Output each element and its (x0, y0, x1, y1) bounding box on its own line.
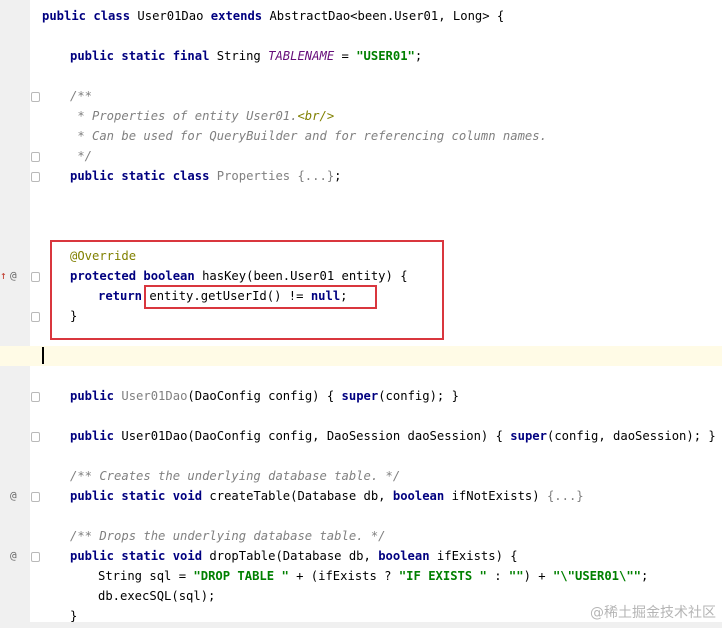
keyword: public static final (70, 49, 217, 63)
call-args: (config); (378, 389, 452, 403)
line-gutter (0, 0, 30, 628)
text-caret (42, 347, 44, 364)
comment-text: * Properties of entity User01. (70, 109, 298, 123)
html-tag: <br/> (297, 109, 335, 123)
keyword: super (510, 429, 547, 443)
string-literal: "DROP TABLE " (193, 569, 289, 583)
expression: ) + (523, 569, 553, 583)
string-literal: "IF EXISTS " (398, 569, 487, 583)
semicolon: ; (414, 49, 423, 63)
fold-marker[interactable] (31, 272, 40, 282)
annotation-at-icon[interactable]: @ (10, 546, 17, 566)
fold-marker[interactable] (31, 432, 40, 442)
code-line-doc-2[interactable]: * Can be used for QueryBuilder and for r… (70, 126, 547, 146)
keyword: public static class (70, 169, 217, 183)
fold-marker[interactable] (31, 492, 40, 502)
semicolon: ; (641, 569, 649, 583)
semicolon: ; (334, 169, 342, 183)
override-at-icon[interactable]: @ (10, 266, 17, 286)
operator: = (334, 49, 357, 63)
code-line-drop-doc[interactable]: /** Drops the underlying database table.… (70, 526, 386, 546)
annotation-at-icon[interactable]: @ (10, 486, 17, 506)
fold-marker[interactable] (31, 172, 40, 182)
expression: : (486, 569, 509, 583)
keyword: public class (42, 9, 138, 23)
brace: { (326, 389, 342, 403)
call-args: (config, daoSession); (546, 429, 709, 443)
code-line-exec[interactable]: db.execSQL(sql); (98, 586, 215, 606)
expression: + (ifExists ? (288, 569, 399, 583)
fold-marker[interactable] (31, 312, 40, 322)
code-line-sql[interactable]: String sql = "DROP TABLE " + (ifExists ?… (98, 566, 648, 586)
method-signature: dropTable(Database db, (209, 549, 379, 563)
highlight-box-return-expression (144, 285, 377, 309)
parameters: (DaoConfig config) (187, 389, 327, 403)
code-line-constructor-2[interactable]: public User01Dao(DaoConfig config, DaoSe… (70, 426, 716, 446)
brace: } (451, 389, 459, 403)
superclass: AbstractDao<been.User01, Long> { (269, 9, 505, 23)
bottom-scroll-area[interactable] (0, 622, 722, 628)
code-line-create-doc[interactable]: /** Creates the underlying database tabl… (70, 466, 400, 486)
code-line-class-declaration[interactable]: public class User01Dao extends AbstractD… (42, 6, 504, 26)
keyword: public (70, 389, 122, 403)
fold-marker[interactable] (31, 552, 40, 562)
code-line-properties[interactable]: public static class Properties {...}; (70, 166, 342, 186)
fold-marker[interactable] (31, 152, 40, 162)
code-line-drop-table[interactable]: public static void dropTable(Database db… (70, 546, 518, 566)
code-line-doc-1[interactable]: * Properties of entity User01.<br/> (70, 106, 334, 126)
override-up-arrow-icon[interactable]: ↑ (0, 266, 7, 286)
brace: { (495, 429, 511, 443)
code-line-doc-open[interactable]: /** (70, 86, 92, 106)
string-literal: "" (508, 569, 524, 583)
current-line-highlight (0, 346, 722, 366)
folded-body[interactable]: {...} (547, 489, 584, 503)
keyword: public static void (70, 549, 210, 563)
watermark: @稀土掘金技术社区 (590, 605, 716, 621)
constructor-name: User01Dao (121, 389, 188, 403)
class-name: Properties (216, 169, 298, 183)
code-line-create-table[interactable]: public static void createTable(Database … (70, 486, 584, 506)
field-name: TABLENAME (268, 49, 335, 63)
method-signature: createTable(Database db, (209, 489, 393, 503)
keyword: public (70, 429, 122, 443)
declaration: String sql = (98, 569, 194, 583)
keyword: public static void (70, 489, 210, 503)
class-name: User01Dao (137, 9, 211, 23)
type: String (216, 49, 269, 63)
parameters: (DaoConfig config, DaoSession daoSession… (187, 429, 496, 443)
fold-marker[interactable] (31, 392, 40, 402)
keyword: boolean (392, 489, 452, 503)
fold-marker[interactable] (31, 92, 40, 102)
keyword: extends (210, 9, 270, 23)
parameters: ifExists) { (436, 549, 518, 563)
parameters: ifNotExists) (451, 489, 547, 503)
folded-body[interactable]: {...} (297, 169, 334, 183)
string-literal: "USER01" (356, 49, 415, 63)
code-line-constructor-1[interactable]: public User01Dao(DaoConfig config) { sup… (70, 386, 459, 406)
code-line-tablename[interactable]: public static final String TABLENAME = "… (70, 46, 422, 66)
brace: } (708, 429, 716, 443)
keyword: super (341, 389, 379, 403)
code-line-doc-close[interactable]: */ (70, 146, 92, 166)
keyword: boolean (378, 549, 437, 563)
constructor-name: User01Dao (121, 429, 188, 443)
string-literal: "\"USER01\"" (552, 569, 642, 583)
